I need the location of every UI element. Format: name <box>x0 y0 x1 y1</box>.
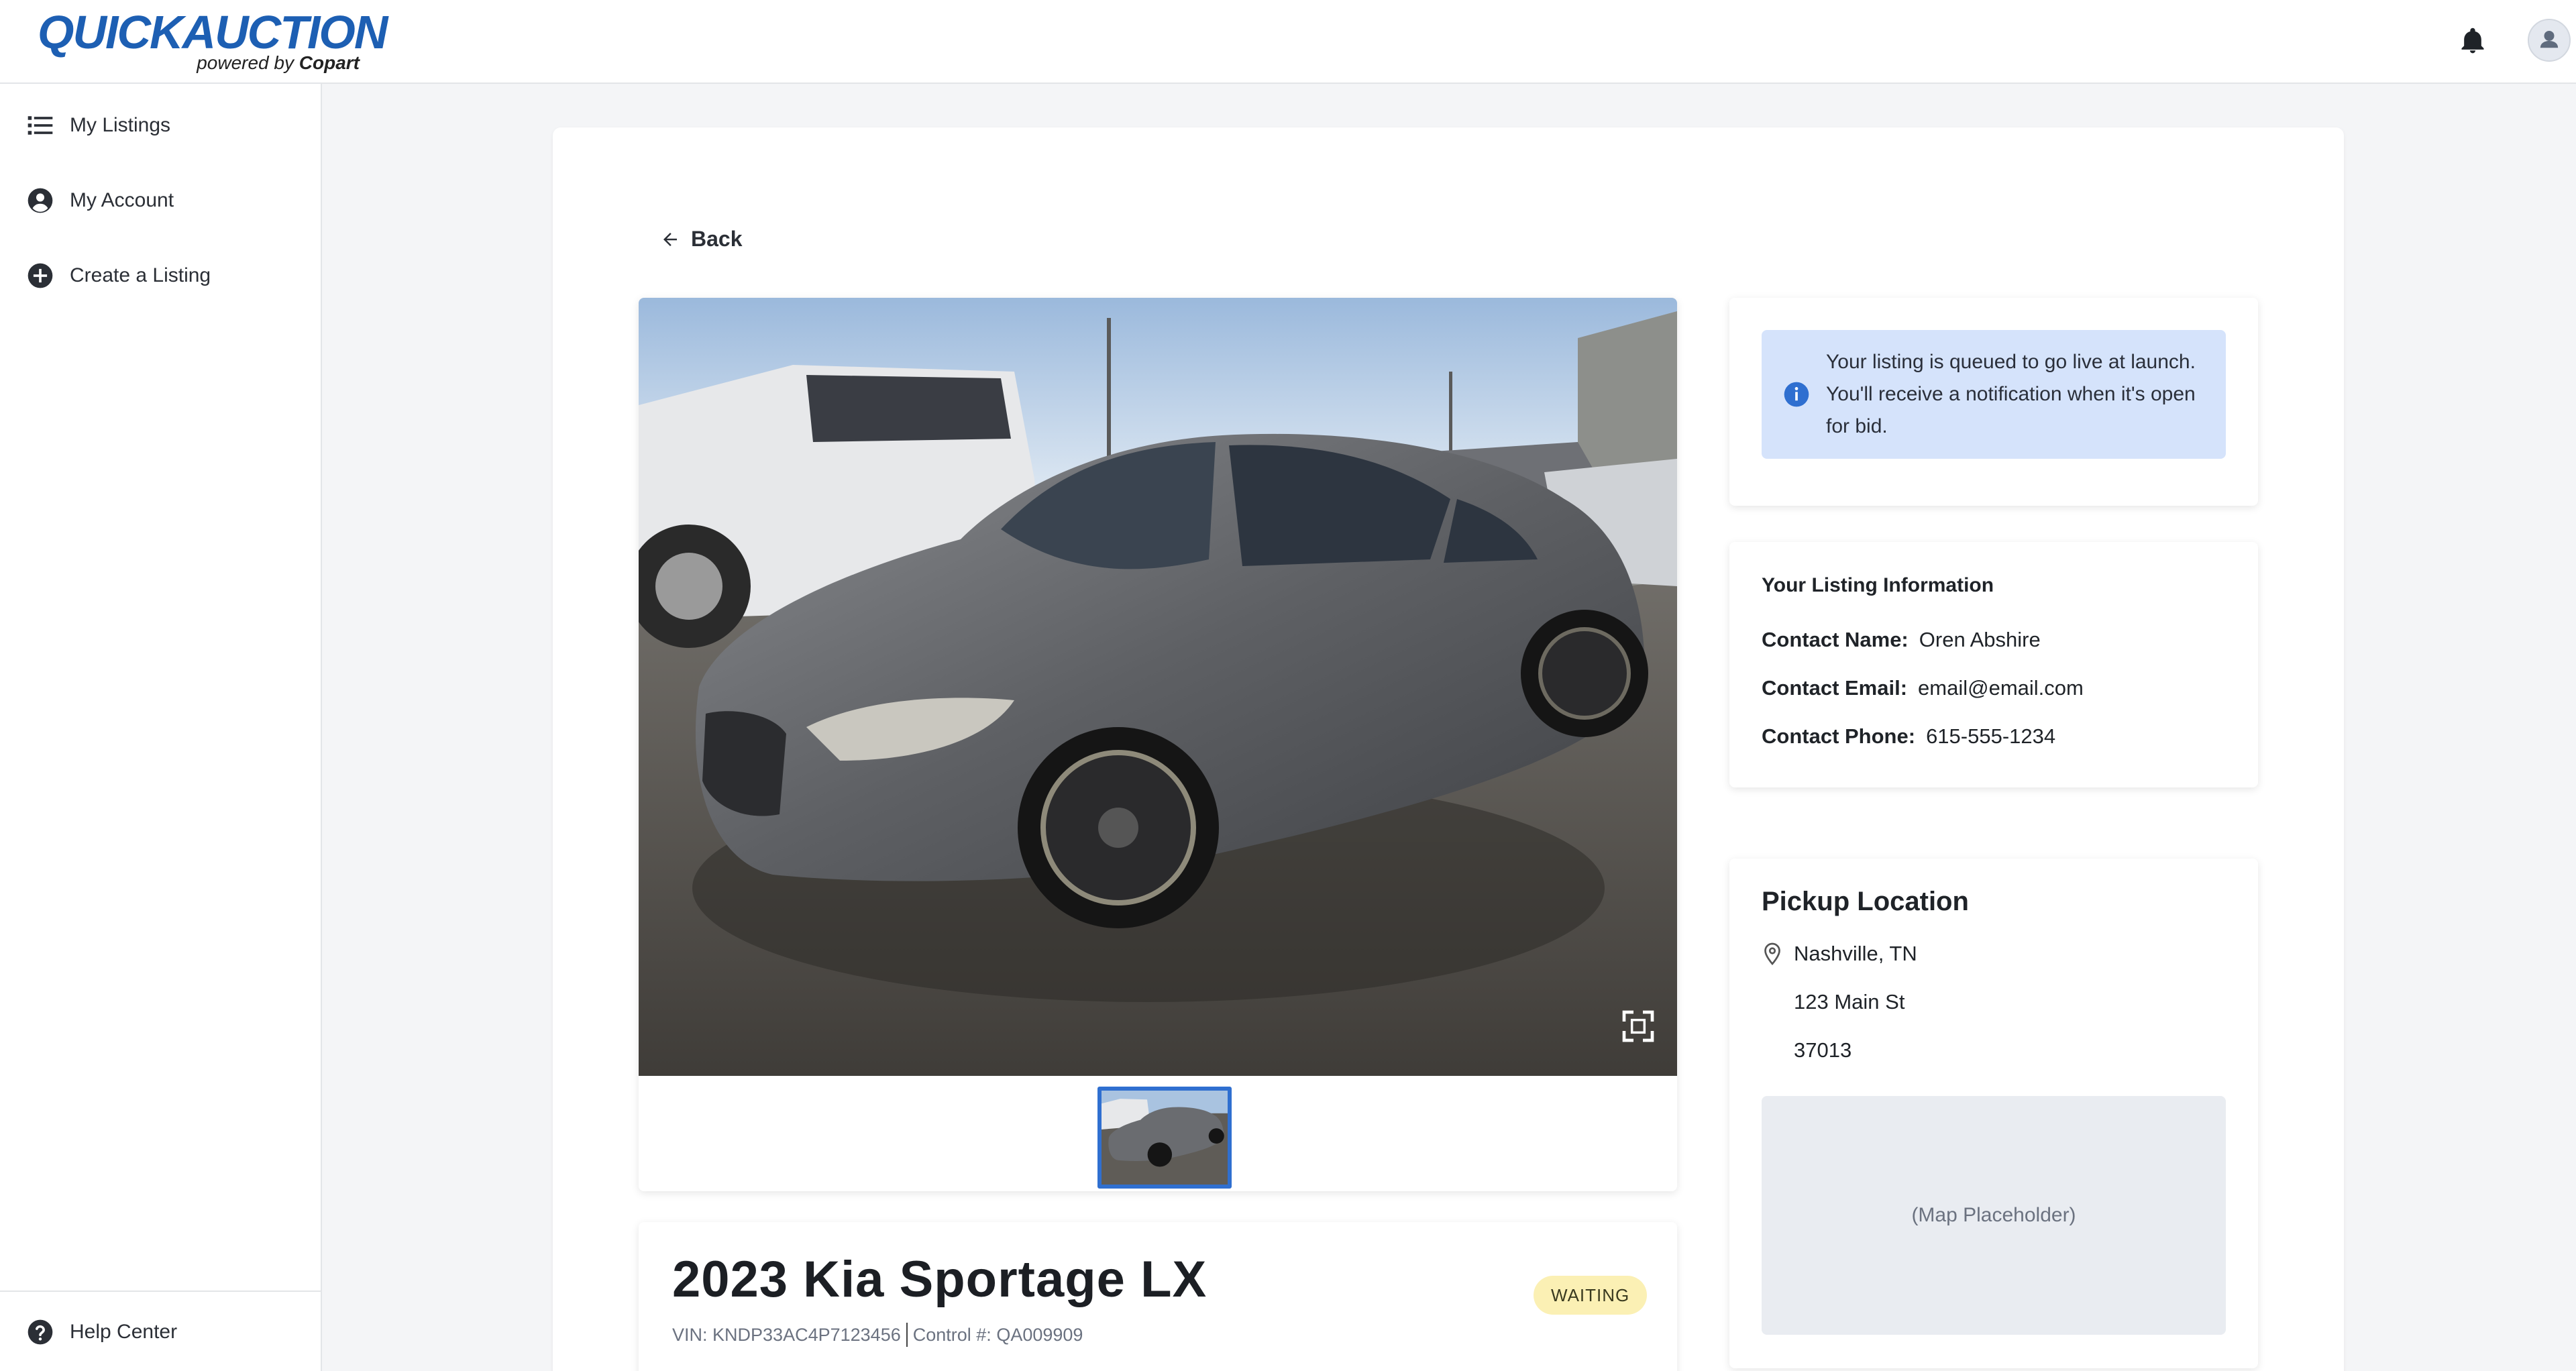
user-circle-icon <box>28 188 53 213</box>
contact-name-label: Contact Name: <box>1762 628 1909 651</box>
contact-email-row: Contact Email: email@email.com <box>1762 676 2084 700</box>
sidebar-item-label: Help Center <box>70 1321 178 1343</box>
control-value: QA009909 <box>996 1324 1083 1345</box>
contact-email-value: email@email.com <box>1918 676 2084 700</box>
contact-name-value: Oren Abshire <box>1919 628 2041 651</box>
thumbnail-image <box>1102 1091 1228 1185</box>
powered-by-name: Copart <box>299 52 360 73</box>
list-icon <box>28 116 53 135</box>
contact-phone-value: 615-555-1234 <box>1926 724 2056 748</box>
listing-information-card: Your Listing Information Contact Name: Or… <box>1729 542 2258 787</box>
powered-by-tagline: powered by Copart <box>197 52 360 74</box>
contact-phone-row: Contact Phone: 615-555-1234 <box>1762 724 2055 749</box>
sidebar-item-label: My Listings <box>70 114 171 136</box>
sidebar: My Listings My Account Create a Listing … <box>0 84 322 1371</box>
bell-icon[interactable] <box>2458 25 2487 56</box>
info-alert: Your listing is queued to go live at lau… <box>1762 330 2226 459</box>
listing-detail-card: Back 2023 Kia Sportage LX WAITING VIN: K… <box>553 127 2344 1371</box>
sidebar-item-label: My Account <box>70 189 174 211</box>
top-bar: QuickAuction powered by Copart <box>0 0 2576 84</box>
listing-summary: 2023 Kia Sportage LX WAITING VIN: KNDP33… <box>639 1222 1677 1371</box>
contact-name-row: Contact Name: Oren Abshire <box>1762 628 2041 652</box>
avatar-icon <box>2540 30 2559 48</box>
sidebar-item-my-account[interactable]: My Account <box>0 167 321 234</box>
main-photo[interactable] <box>639 298 1677 1076</box>
sidebar-footer: Help Center <box>0 1291 321 1371</box>
sidebar-item-create-listing[interactable]: Create a Listing <box>0 242 321 309</box>
help-circle-icon <box>28 1319 53 1345</box>
quickauction-logo[interactable]: QuickAuction powered by Copart <box>38 5 388 78</box>
pickup-location-card: Pickup Location Nashville, TN 123 Main S… <box>1729 859 2258 1368</box>
back-label: Back <box>691 227 743 251</box>
pickup-street: 123 Main St <box>1794 990 1905 1013</box>
listing-title: 2023 Kia Sportage LX <box>672 1251 1208 1308</box>
vin-label: VIN: <box>672 1324 708 1345</box>
contact-phone-label: Contact Phone: <box>1762 724 1916 748</box>
listing-status-notice-card: Your listing is queued to go live at lau… <box>1729 298 2258 506</box>
alert-message: Your listing is queued to go live at lau… <box>1826 351 2196 437</box>
listing-information-heading: Your Listing Information <box>1762 574 1994 596</box>
arrow-left-icon <box>663 232 677 246</box>
listing-identifiers: VIN: KNDP33AC4P7123456 Control #: QA0099… <box>672 1323 1083 1347</box>
plus-circle-icon <box>28 263 53 288</box>
control-label: Control #: <box>912 1324 991 1345</box>
vin-value: KNDP33AC4P7123456 <box>712 1324 901 1345</box>
contact-email-label: Contact Email: <box>1762 676 1908 700</box>
gallery-thumbnail[interactable] <box>1097 1087 1232 1189</box>
avatar[interactable] <box>2528 19 2571 62</box>
powered-by-prefix: powered by <box>197 52 294 73</box>
sidebar-item-my-listings[interactable]: My Listings <box>0 92 321 159</box>
location-pin-icon <box>1764 942 1780 966</box>
logo-wordmark: QuickAuction <box>38 6 388 58</box>
divider <box>906 1323 908 1347</box>
photo-gallery <box>639 298 1677 1191</box>
pickup-zip: 37013 <box>1794 1038 1852 1062</box>
map-placeholder[interactable]: (Map Placeholder) <box>1762 1096 2226 1335</box>
pickup-city: Nashville, TN <box>1794 942 1917 965</box>
expand-icon[interactable] <box>1619 1007 1657 1045</box>
sidebar-item-label: Create a Listing <box>70 264 211 286</box>
vehicle-photo <box>639 298 1677 1076</box>
pickup-location-heading: Pickup Location <box>1762 887 1969 916</box>
info-icon <box>1784 382 1809 407</box>
back-button[interactable]: Back <box>660 227 743 252</box>
status-badge: WAITING <box>1534 1276 1648 1315</box>
sidebar-item-help-center[interactable]: Help Center <box>0 1299 321 1366</box>
